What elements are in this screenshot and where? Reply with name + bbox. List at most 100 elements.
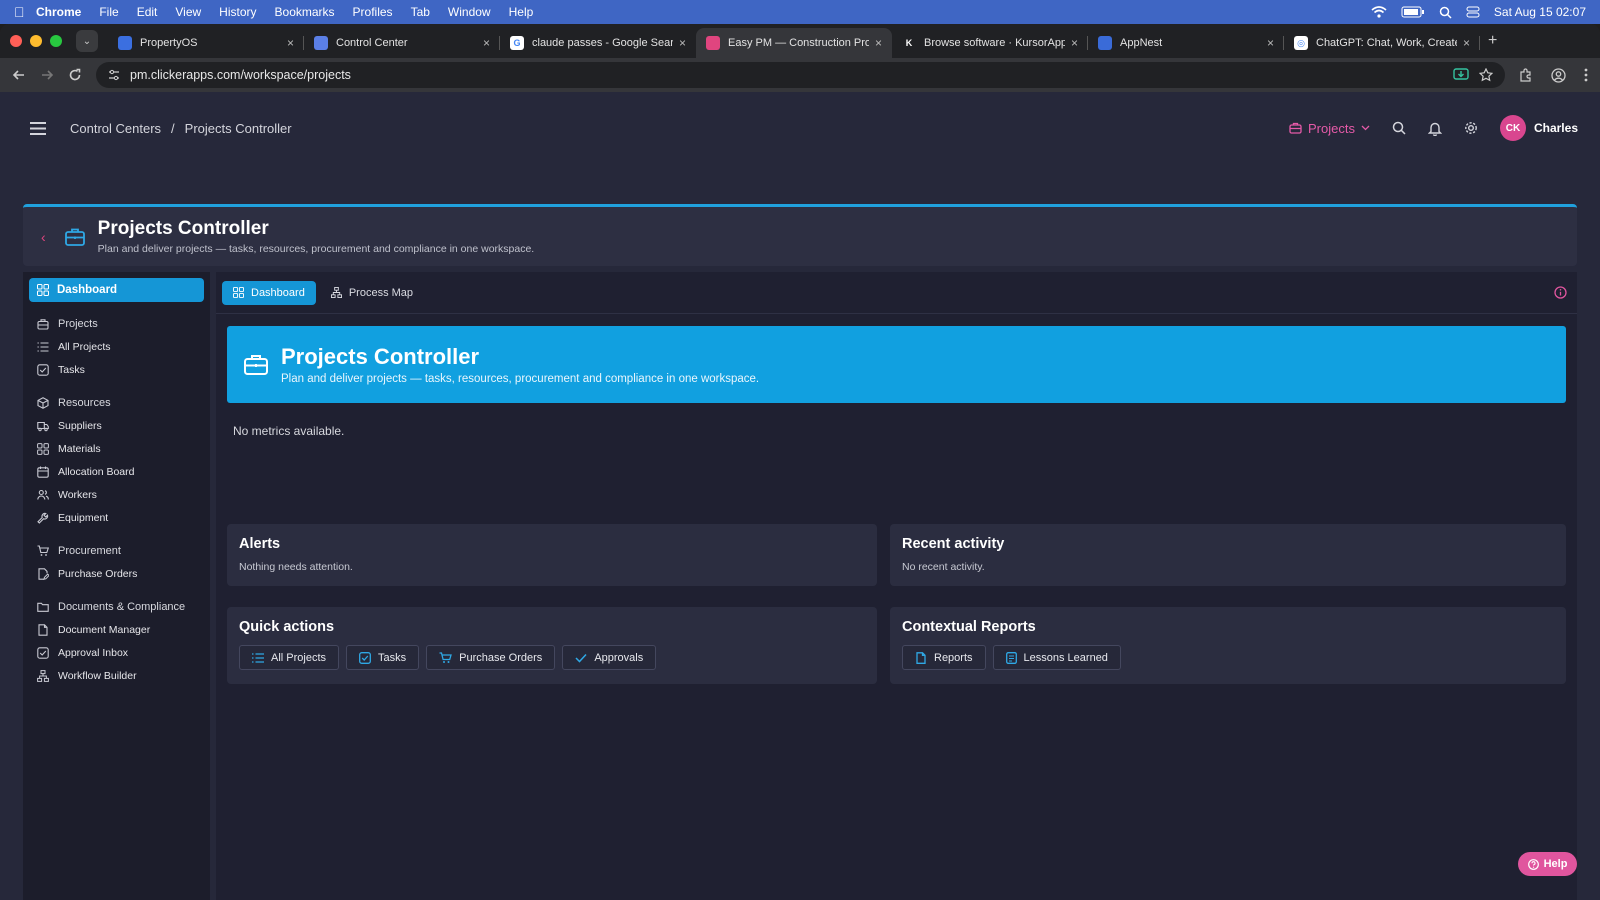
site-settings-icon[interactable] — [108, 69, 120, 81]
reload-icon[interactable] — [68, 68, 82, 82]
info-icon[interactable] — [1554, 286, 1567, 299]
wifi-icon[interactable] — [1371, 6, 1387, 18]
back-chevron-icon[interactable]: ‹ — [41, 229, 46, 245]
close-tab-icon[interactable]: × — [875, 36, 882, 50]
browser-tab[interactable]: K Browse software · KursorApp × — [892, 28, 1088, 58]
battery-icon[interactable] — [1401, 6, 1425, 18]
quick-approvals-button[interactable]: Approvals — [562, 645, 657, 670]
truck-icon — [37, 421, 49, 431]
browser-tab[interactable]: Control Center × — [304, 28, 500, 58]
new-tab-plus-icon[interactable]: + — [1488, 32, 1497, 50]
tab-dashboard[interactable]: Dashboard — [222, 280, 316, 305]
menu-window[interactable]: Window — [448, 5, 491, 19]
quick-all-projects-button[interactable]: All Projects — [239, 645, 340, 670]
tab-search-chevron-icon[interactable]: ⌄ — [76, 30, 98, 52]
reports-button[interactable]: Reports — [902, 645, 986, 670]
control-center-icon[interactable] — [1466, 6, 1480, 18]
forward-arrow-icon[interactable] — [40, 68, 54, 82]
bell-icon[interactable] — [1427, 121, 1442, 136]
close-window-button[interactable] — [10, 35, 22, 47]
user-name[interactable]: Charles — [1534, 121, 1578, 135]
sidebar-item-label: Workers — [58, 488, 97, 501]
browser-tab-title: Easy PM — Construction Proj — [728, 37, 869, 49]
close-tab-icon[interactable]: × — [1267, 36, 1274, 50]
sidebar-item-document-manager[interactable]: Document Manager — [29, 618, 204, 641]
profile-icon[interactable] — [1551, 67, 1566, 83]
bookmark-star-icon[interactable] — [1479, 68, 1493, 82]
browser-tab[interactable]: Easy PM — Construction Proj × — [696, 28, 892, 58]
sidebar-nav: Dashboard Projects All Projects Tasks Resou… — [23, 272, 210, 900]
help-button[interactable]: Help — [1518, 852, 1577, 876]
quick-tasks-button[interactable]: Tasks — [346, 645, 420, 670]
sidebar-group-documents-compliance[interactable]: Documents & Compliance — [29, 595, 204, 618]
menu-tab[interactable]: Tab — [411, 5, 430, 19]
spotlight-search-icon[interactable] — [1439, 6, 1452, 19]
address-bar[interactable]: pm.clickerapps.com/workspace/projects — [96, 62, 1505, 88]
sidebar-group: Projects All Projects Tasks — [29, 312, 204, 381]
alerts-card: Alerts Nothing needs attention. — [227, 524, 877, 586]
browser-tab[interactable]: AppNest × — [1088, 28, 1284, 58]
sidebar-item-suppliers[interactable]: Suppliers — [29, 414, 204, 437]
browser-menu-kebab-icon[interactable] — [1584, 68, 1588, 82]
sidebar-item-equipment[interactable]: Equipment — [29, 506, 204, 529]
tab-process-map[interactable]: Process Map — [320, 281, 424, 305]
url-text[interactable]: pm.clickerapps.com/workspace/projects — [130, 68, 1443, 82]
lessons-learned-button[interactable]: Lessons Learned — [992, 645, 1121, 670]
menu-view[interactable]: View — [175, 5, 201, 19]
menu-file[interactable]: File — [99, 5, 118, 19]
search-icon[interactable] — [1392, 121, 1406, 135]
grid-icon — [37, 442, 49, 455]
quick-purchase-orders-button[interactable]: Purchase Orders — [426, 645, 556, 670]
breadcrumb-control-centers[interactable]: Control Centers — [70, 121, 161, 136]
sidebar-item-allocation-board[interactable]: Allocation Board — [29, 460, 204, 483]
sidebar-group-projects[interactable]: Projects — [29, 312, 204, 335]
sidebar-item-label: Document Manager — [58, 623, 151, 636]
sidebar-item-label: Procurement — [58, 544, 121, 557]
menu-history[interactable]: History — [219, 5, 256, 19]
close-tab-icon[interactable]: × — [679, 36, 686, 50]
sidebar-item-materials[interactable]: Materials — [29, 437, 204, 460]
menu-bookmarks[interactable]: Bookmarks — [275, 5, 335, 19]
browser-tab-title: AppNest — [1120, 37, 1163, 49]
sidebar-item-label: Tasks — [58, 363, 85, 376]
sidebar-item-all-projects[interactable]: All Projects — [29, 335, 204, 358]
sidebar-item-purchase-orders[interactable]: Purchase Orders — [29, 562, 204, 585]
browser-tab[interactable]: Gclaude passes - Google Search × — [500, 28, 696, 58]
sidebar-item-tasks[interactable]: Tasks — [29, 358, 204, 381]
close-tab-icon[interactable]: × — [287, 36, 294, 50]
sidebar-item-dashboard[interactable]: Dashboard — [29, 278, 204, 302]
hamburger-menu-icon[interactable] — [30, 121, 46, 135]
minimize-window-button[interactable] — [30, 35, 42, 47]
sidebar-group-procurement[interactable]: Procurement — [29, 539, 204, 562]
sidebar-group-resources[interactable]: Resources — [29, 391, 204, 414]
sidebar-item-workers[interactable]: Workers — [29, 483, 204, 506]
avatar[interactable]: CK — [1499, 115, 1526, 141]
users-icon — [37, 489, 49, 500]
project-selector[interactable]: Projects — [1289, 121, 1370, 136]
browser-tab-strip: ⌄ PropertyOS × Control Center × Gclaude pass… — [0, 24, 1600, 58]
extensions-puzzle-icon[interactable] — [1519, 68, 1533, 82]
close-tab-icon[interactable]: × — [1463, 36, 1470, 50]
gear-icon[interactable] — [1464, 121, 1478, 135]
apple-icon[interactable]:  — [14, 4, 36, 20]
sidebar-item-label: All Projects — [58, 340, 111, 353]
check-icon — [37, 646, 49, 659]
menu-help[interactable]: Help — [509, 5, 534, 19]
browser-tab[interactable]: ◎ ChatGPT: Chat, Work, Create × — [1284, 28, 1480, 58]
menu-profiles[interactable]: Profiles — [353, 5, 393, 19]
browser-tab[interactable]: PropertyOS × — [108, 28, 304, 58]
user-menu[interactable]: CK Charles — [1499, 115, 1578, 141]
close-tab-icon[interactable]: × — [1071, 36, 1078, 50]
menu-app[interactable]: Chrome — [36, 5, 81, 19]
quick-button-label: All Projects — [271, 651, 327, 664]
close-tab-icon[interactable]: × — [483, 36, 490, 50]
breadcrumb: Control Centers / Projects Controller — [70, 121, 292, 136]
back-arrow-icon[interactable] — [12, 68, 26, 82]
menu-edit[interactable]: Edit — [137, 5, 158, 19]
page-title: Projects Controller — [97, 218, 269, 239]
sidebar-item-approval-inbox[interactable]: Approval Inbox — [29, 641, 204, 664]
menubar-clock[interactable]: Sat Aug 15 02:07 — [1494, 5, 1586, 19]
install-app-icon[interactable] — [1453, 68, 1469, 82]
zoom-window-button[interactable] — [50, 35, 62, 47]
sidebar-item-workflow-builder[interactable]: Workflow Builder — [29, 664, 204, 687]
